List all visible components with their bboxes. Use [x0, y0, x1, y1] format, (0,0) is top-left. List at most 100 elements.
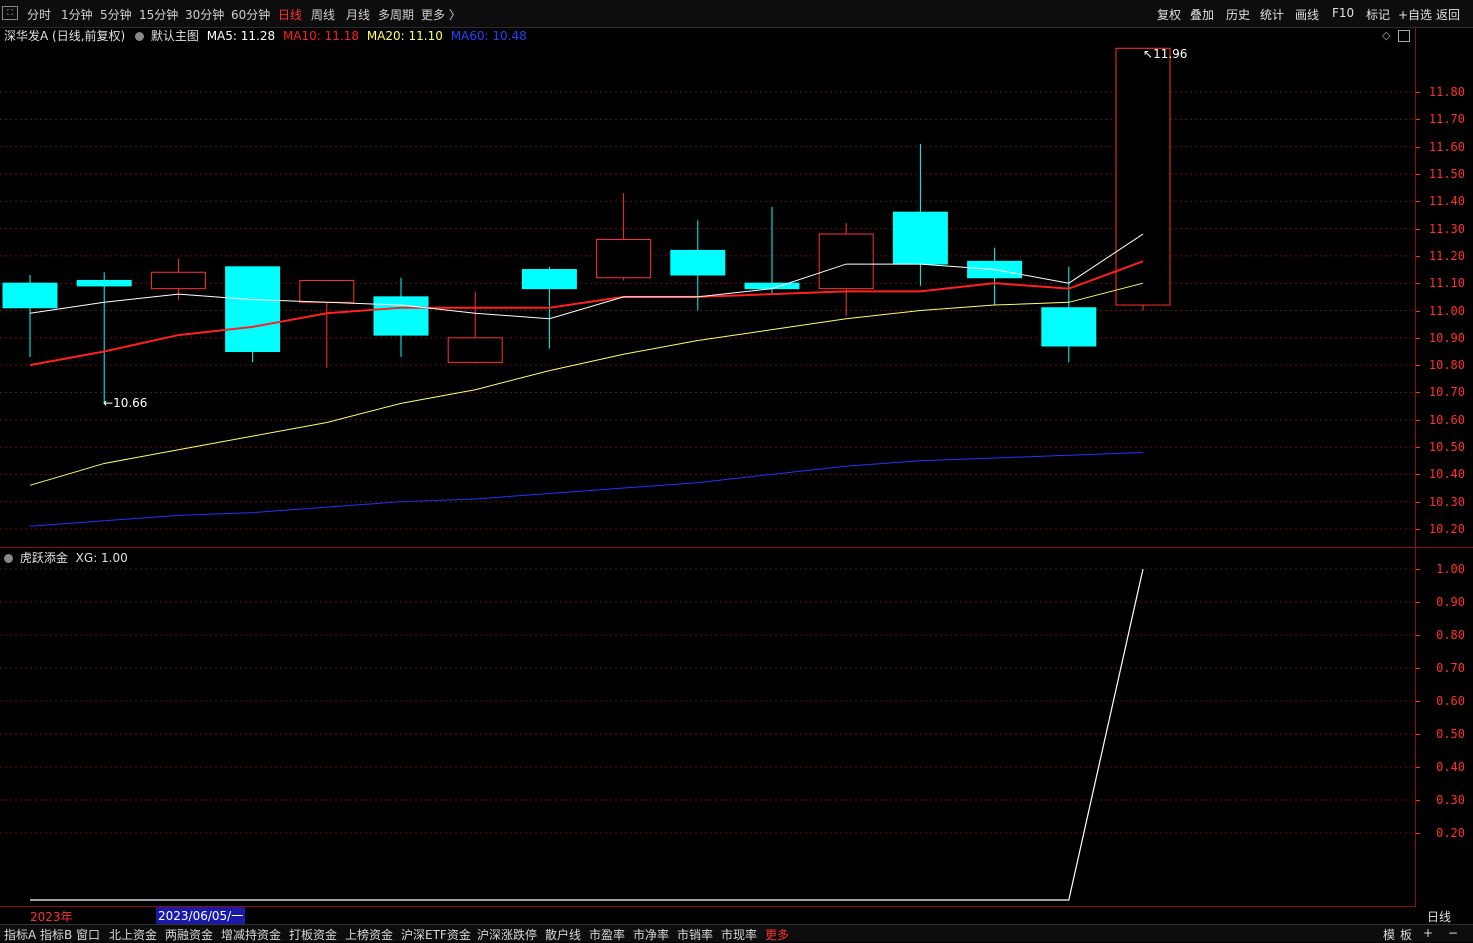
price-tick-mark [1416, 146, 1420, 148]
template-name[interactable]: 默认主图 [151, 29, 199, 43]
candle-body-down [1041, 307, 1097, 347]
bottom-control-0[interactable]: 模 [1383, 926, 1395, 943]
period-tab-8[interactable]: 月线 [346, 6, 370, 23]
candle-body-down [521, 269, 577, 290]
price-tick-label: 10.20 [1428, 522, 1465, 536]
bottom-tab-4[interactable]: 两融资金 [165, 926, 213, 943]
price-tick-mark [1416, 119, 1420, 121]
bottom-tab-14[interactable]: 市现率 [721, 926, 757, 943]
indicator-tick-label: 0.70 [1436, 661, 1465, 675]
bottom-tab-9[interactable]: 沪深涨跌停 [477, 926, 537, 943]
toolbar-button-5[interactable]: F10 [1332, 6, 1354, 20]
toolbar-button-7[interactable]: +自选 [1398, 6, 1432, 23]
indicator-tick-mark [1416, 800, 1420, 801]
period-tab-2[interactable]: 5分钟 [100, 6, 132, 23]
toolbar-button-0[interactable]: 复权 [1157, 6, 1181, 23]
period-tab-6[interactable]: 日线 [278, 6, 302, 23]
price-tick-label: 10.90 [1428, 330, 1465, 345]
stock-title[interactable]: 深华发A (日线,前复权) [4, 29, 125, 43]
bottom-tab-7[interactable]: 上榜资金 [345, 926, 393, 943]
bottom-control-1[interactable]: 板 [1400, 926, 1412, 943]
bottom-tab-15[interactable]: 更多 [765, 926, 789, 943]
diamond-icon[interactable]: ◇ [1382, 29, 1390, 42]
period-tab-1[interactable]: 1分钟 [61, 6, 93, 23]
candle-body-up [596, 238, 652, 279]
indicator-chart[interactable] [0, 548, 1415, 906]
candle-body-up [818, 233, 874, 290]
ma20-line [29, 282, 1144, 486]
bottom-tab-5[interactable]: 增减持资金 [221, 926, 281, 943]
toolbar-button-8[interactable]: 返回 [1436, 6, 1460, 23]
indicator-tick-mark [1416, 635, 1420, 636]
cursor-date: 2023/06/05/一 [156, 907, 246, 924]
price-tick-mark [1416, 310, 1420, 312]
bottom-tab-3[interactable]: 北上资金 [109, 926, 157, 943]
price-tick-label: 11.80 [1428, 85, 1465, 99]
price-tick-mark [1416, 529, 1420, 530]
period-tab-10[interactable]: 更多 〉 [421, 6, 461, 23]
indicator-axis: 1.00 0.90 0.80 0.70 0.60 0.50 0.40 0.30 0.20 [1416, 548, 1473, 906]
bottom-tab-0[interactable]: 指标A [4, 926, 36, 943]
toolbar-button-3[interactable]: 统计 [1260, 6, 1284, 23]
period-tab-3[interactable]: 15分钟 [139, 6, 178, 23]
price-tick-label: 11.70 [1428, 112, 1465, 127]
price-tick-label: 11.10 [1428, 276, 1465, 291]
toolbar-button-2[interactable]: 历史 [1226, 6, 1250, 23]
low-value: 10.66 [113, 396, 148, 410]
candle-body-down [744, 282, 800, 290]
price-tick-label: 10.60 [1428, 412, 1465, 427]
candlestick-chart[interactable] [0, 44, 1415, 547]
period-tab-9[interactable]: 多周期 [378, 6, 414, 23]
panel-toggle-icon[interactable] [1398, 30, 1410, 42]
window-menu-icon[interactable]: ⛶ [2, 6, 18, 20]
bottom-control-3[interactable]: − [1448, 926, 1458, 940]
bottom-control-2[interactable]: + [1423, 926, 1433, 940]
price-tick-mark [1416, 474, 1420, 476]
toolbar-button-6[interactable]: 标记 [1366, 6, 1390, 23]
candle-body-down [892, 211, 948, 265]
indicator-tick-label: 0.90 [1436, 595, 1465, 609]
price-tick-mark [1416, 392, 1420, 394]
date-bar: 2023年 2023/06/05/一 [0, 906, 1415, 924]
bottom-tab-10[interactable]: 散户线 [545, 926, 581, 943]
indicator-tick-label: 0.60 [1436, 694, 1465, 708]
period-label[interactable]: 日线 [1427, 908, 1451, 925]
bottom-tab-1[interactable]: 指标B [40, 926, 72, 943]
bottom-tab-2[interactable]: 窗口 [76, 926, 100, 943]
toolbar-button-1[interactable]: 叠加 [1190, 6, 1214, 23]
bottom-tab-8[interactable]: 沪深ETF资金 [401, 926, 471, 943]
candle-body-up [150, 271, 206, 290]
year-label: 2023年 [30, 910, 73, 924]
bottom-tab-13[interactable]: 市销率 [677, 926, 713, 943]
bottom-tab-bar: 指标A 指标B 窗口 北上资金 两融资金 增减持资金 打板资金 上榜资金 沪深ETF资金 沪深涨跌… [0, 924, 1473, 942]
high-annotation: ↖11.96 [1143, 47, 1188, 61]
period-tab-4[interactable]: 30分钟 [185, 6, 224, 23]
settings-circle-icon[interactable] [135, 32, 145, 41]
bottom-tab-11[interactable]: 市盈率 [589, 926, 625, 943]
indicator-tick-label: 0.80 [1436, 628, 1465, 642]
indicator-tick-label: 0.30 [1436, 793, 1465, 807]
price-tick-label: 11.00 [1428, 303, 1465, 318]
indicator-tick-mark [1416, 701, 1420, 702]
ma10-value: MA10: 11.18 [282, 29, 359, 43]
toolbar-button-4[interactable]: 画线 [1295, 6, 1319, 23]
indicator-tick-label: 0.20 [1436, 826, 1465, 840]
candle-body-down [373, 296, 429, 336]
price-tick-label: 11.20 [1428, 248, 1465, 263]
period-tab-5[interactable]: 60分钟 [231, 6, 270, 23]
ma20-value: MA20: 11.10 [366, 29, 443, 43]
indicator-tick-mark [1416, 833, 1420, 834]
price-tick-label: 10.50 [1428, 440, 1465, 455]
candle-body-up [447, 337, 503, 363]
bottom-tab-6[interactable]: 打板资金 [289, 926, 337, 943]
period-tab-7[interactable]: 周线 [311, 6, 335, 23]
indicator-tick-mark [1416, 668, 1420, 669]
indicator-tick-label: 0.40 [1436, 760, 1465, 774]
indicator-tick-label: 0.50 [1436, 727, 1465, 741]
candle-body-up [1115, 47, 1171, 306]
price-tick-label: 11.40 [1428, 194, 1465, 209]
price-tick-label: 10.70 [1428, 385, 1465, 400]
period-toolbar: ⛶ 分时 1分钟 5分钟 15分钟 30分钟 60分钟 日线 周线 月线 多周期 更多 〉 复权 叠加… [0, 0, 1473, 28]
period-tab-0[interactable]: 分时 [27, 6, 51, 23]
bottom-tab-12[interactable]: 市净率 [633, 926, 669, 943]
